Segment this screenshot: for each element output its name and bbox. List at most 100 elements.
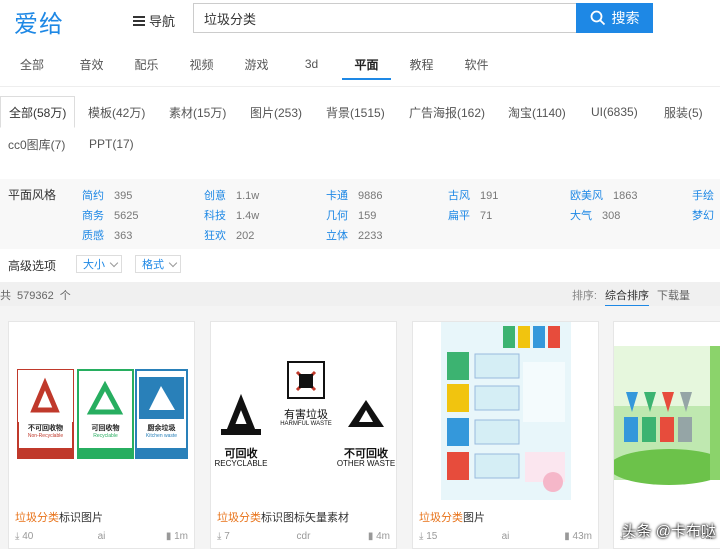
- sign-label: Non-Recyclable: [27, 433, 64, 439]
- style-option[interactable]: 立体 2233: [326, 227, 382, 243]
- nav-toggle[interactable]: 导航: [133, 11, 175, 30]
- card-meta: ⤓ 7 cdr ▮ 4m: [217, 531, 390, 545]
- subtab-all[interactable]: 全部(58万): [0, 96, 76, 128]
- sort-label: 排序:: [571, 290, 597, 302]
- advanced-options: 高级选项 大小 格式: [0, 250, 720, 278]
- nav-label: 导航: [149, 14, 176, 29]
- file-size: ▮ 43m: [564, 531, 592, 542]
- style-option[interactable]: 质感 363: [82, 227, 132, 243]
- style-option[interactable]: 简约 395: [82, 187, 132, 203]
- subtab-image[interactable]: 图片(253): [242, 96, 310, 128]
- search-input[interactable]: [194, 4, 576, 32]
- card-thumbnail[interactable]: 有害垃圾 HARMFUL WASTE 可回收 RECYCLABLE 不可回收 O…: [211, 322, 396, 502]
- advanced-label: 高级选项: [8, 259, 57, 273]
- style-option[interactable]: 梦幻: [692, 207, 714, 223]
- bins-image: [614, 346, 720, 485]
- search-box: [193, 3, 576, 33]
- style-option[interactable]: 卡通 9886: [326, 187, 382, 203]
- tab-game[interactable]: 游戏: [229, 48, 284, 80]
- subtab-ppt[interactable]: PPT(17): [81, 128, 142, 160]
- card-thumbnail[interactable]: [413, 322, 598, 502]
- sign-label: 厨余垃圾: [147, 425, 176, 432]
- divider: [0, 86, 720, 87]
- size-dropdown-label: 大小: [83, 259, 105, 271]
- sign-label: 可回收物: [91, 425, 120, 432]
- result-card[interactable]: 垃圾分类图片 ⤓ 15 ai ▮ 43m: [412, 321, 599, 549]
- tab-3d[interactable]: 3d: [284, 48, 339, 80]
- style-option[interactable]: 古风 191: [448, 187, 498, 203]
- card-thumbnail[interactable]: 不可回收物 Non-Recyclable 可回收物 Recyclable 厨余垃…: [9, 322, 194, 502]
- sign-image: [17, 369, 188, 459]
- search-button[interactable]: 搜索: [576, 3, 653, 33]
- tab-software[interactable]: 软件: [449, 48, 504, 80]
- tab-graphic[interactable]: 平面: [339, 48, 394, 80]
- style-option[interactable]: 几何 159: [326, 207, 376, 223]
- card-meta: ⤓ 40 ai ▮ 1m: [15, 531, 188, 545]
- download-count: ⤓ 15: [419, 531, 438, 542]
- sort-options: 排序: 综合排序 下载量: [572, 287, 690, 307]
- download-count: ⤓ 7: [217, 531, 230, 542]
- tab-all[interactable]: 全部: [0, 48, 64, 80]
- sort-comprehensive[interactable]: 综合排序: [605, 287, 649, 307]
- file-size: ▮ 1m: [165, 531, 188, 542]
- card-thumbnail[interactable]: [614, 322, 720, 502]
- menu-icon: [133, 15, 145, 26]
- sign-label: Recyclable: [93, 433, 118, 439]
- site-logo[interactable]: 爱给: [14, 4, 64, 39]
- format-dropdown-label: 格式: [142, 259, 164, 271]
- format-dropdown[interactable]: 格式: [135, 255, 181, 273]
- tab-sound[interactable]: 音效: [64, 48, 119, 80]
- sort-downloads[interactable]: 下载量: [657, 287, 690, 307]
- header: 爱给 导航 搜索: [0, 0, 720, 40]
- subtab-poster[interactable]: 广告海报(162): [401, 96, 493, 128]
- results-bar: 共 579362 个 排序: 综合排序 下载量: [0, 282, 720, 307]
- harmful-label-en: HARMFUL WASTE: [280, 421, 332, 427]
- sign-label: 不可回收物: [28, 425, 63, 432]
- style-option[interactable]: 扁平 71: [448, 207, 492, 223]
- tab-music[interactable]: 配乐: [119, 48, 174, 80]
- other-label-en: OTHER WASTE: [336, 459, 396, 468]
- watermark: 头条 @卡布哒: [621, 523, 716, 540]
- style-filter: 平面风格 简约 395 创意 1.1w 卡通 9886 古风 191 欧美风 1863 手…: [0, 179, 720, 249]
- style-option[interactable]: 大气 308: [570, 207, 620, 223]
- result-card[interactable]: 不可回收物 Non-Recyclable 可回收物 Recyclable 厨余垃…: [8, 321, 195, 549]
- tab-tutorial[interactable]: 教程: [394, 48, 449, 80]
- style-option[interactable]: 创意 1.1w: [204, 187, 259, 203]
- subtab-background[interactable]: 背景(1515): [318, 96, 393, 128]
- file-format: ai: [501, 531, 510, 542]
- subtab-ui[interactable]: UI(6835): [583, 96, 646, 128]
- poster-image: [441, 322, 571, 500]
- results-count: 共 579362 个: [0, 290, 71, 302]
- style-option[interactable]: 科技 1.4w: [204, 207, 259, 223]
- search-button-label: 搜索: [611, 10, 640, 26]
- subtab-taobao[interactable]: 淘宝(1140): [500, 96, 574, 128]
- search-icon: [590, 10, 605, 26]
- chevron-down-icon: [109, 258, 119, 267]
- subtab-material[interactable]: 素材(15万): [161, 96, 234, 128]
- style-option[interactable]: 欧美风 1863: [570, 187, 637, 203]
- file-size: ▮ 4m: [367, 531, 390, 542]
- tab-video[interactable]: 视频: [174, 48, 229, 80]
- file-format: ai: [97, 531, 106, 542]
- recycle-label-en: RECYCLABLE: [214, 459, 268, 468]
- style-option[interactable]: 狂欢 202: [204, 227, 254, 243]
- subtab-cc0[interactable]: cc0图库(7): [0, 128, 73, 160]
- sign-label: Kitchen waste: [145, 433, 178, 439]
- subtab-clothing[interactable]: 服装(5): [656, 96, 711, 128]
- card-title[interactable]: 垃圾分类标识图片: [15, 509, 103, 525]
- result-card[interactable]: 有害垃圾 HARMFUL WASTE 可回收 RECYCLABLE 不可回收 O…: [210, 321, 397, 549]
- style-option[interactable]: 手绘: [692, 187, 714, 203]
- card-meta: ⤓ 15 ai ▮ 43m: [419, 531, 592, 545]
- card-title[interactable]: 垃圾分类图片: [419, 509, 485, 525]
- subtab-template[interactable]: 模板(42万): [80, 96, 153, 128]
- size-dropdown[interactable]: 大小: [76, 255, 122, 273]
- style-option[interactable]: 商务 5625: [82, 207, 138, 223]
- file-format: cdr: [296, 531, 311, 542]
- filter-label: 平面风格: [8, 188, 57, 202]
- card-title[interactable]: 垃圾分类标识图标矢量素材: [217, 509, 349, 525]
- result-card[interactable]: ⤓ 1 cdr: [613, 321, 720, 549]
- sub-tabs: 全部(58万) 模板(42万) 素材(15万) 图片(253) 背景(1515)…: [0, 96, 720, 158]
- category-tabs: 全部 音效 配乐 视频 游戏 3d 平面 教程 软件: [0, 48, 720, 82]
- harmful-label: 有害垃圾: [284, 409, 328, 421]
- download-count: ⤓ 40: [15, 531, 34, 542]
